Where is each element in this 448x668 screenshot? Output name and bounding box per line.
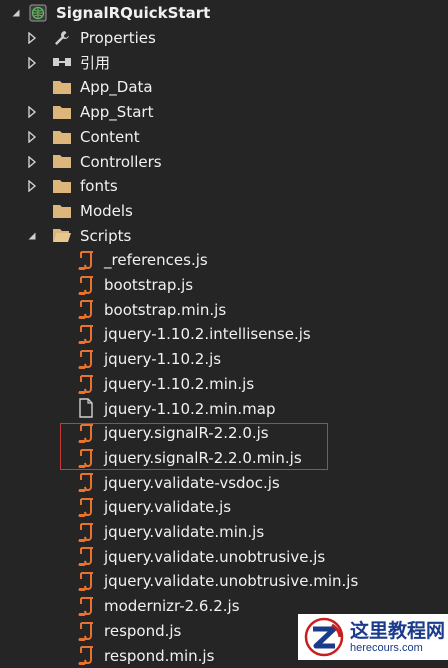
tree-item-label: jquery.validate.unobtrusive.js [104,547,326,566]
js-file-icon [76,571,96,592]
watermark-url: herecours.com [350,641,423,654]
tree-item[interactable]: SignalRQuickStart [0,1,448,26]
wrench-icon [52,28,72,48]
tree-item[interactable]: jquery.validate.unobtrusive.min.js [0,569,448,594]
tree-item-label: jquery-1.10.2.min.js [104,374,255,393]
js-file-icon [76,472,96,493]
tree-item[interactable]: fonts [0,174,448,199]
tree-item[interactable]: jquery-1.10.2.min.js [0,372,448,397]
tree-item[interactable]: jquery-1.10.2.js [0,347,448,372]
js-file-icon [76,250,96,270]
tree-item[interactable]: Scripts [0,223,448,248]
tree-item-label: Controllers [80,152,162,171]
tree-item[interactable]: jquery.validate.unobtrusive.js [0,544,448,569]
tree-item-label: Scripts [80,226,132,245]
tree-item[interactable]: jquery.validate.js [0,495,448,520]
folder-icon [52,151,72,171]
tree-item-label: Content [80,127,140,146]
tree-item-label: SignalRQuickStart [56,4,211,23]
generic-file-icon [76,398,96,418]
folder-icon [52,176,72,196]
highlight-box [60,423,328,470]
collapsed-arrow-icon[interactable] [26,51,38,75]
tree-item-label: jquery.validate.unobtrusive.min.js [104,572,359,591]
references-icon [52,52,72,72]
tree-item-label: 引用 [80,53,111,72]
js-file-icon [76,324,96,345]
collapsed-arrow-icon[interactable] [26,100,38,124]
folder-icon [52,102,72,122]
js-file-icon [76,596,96,616]
tree-item-label: Properties [80,29,156,48]
tree-item[interactable]: jquery-1.10.2.intellisense.js [0,322,448,347]
js-file-icon [76,275,96,295]
tree-item[interactable]: jquery.validate.min.js [0,520,448,545]
js-file-icon [76,299,96,320]
collapsed-arrow-icon[interactable] [26,150,38,174]
collapsed-arrow-icon[interactable] [26,174,38,198]
expanded-arrow-icon[interactable] [10,1,22,25]
tree-item[interactable]: Content [0,125,448,150]
tree-item[interactable]: Controllers [0,149,448,174]
web-project-icon [28,3,48,23]
tree-item-label: jquery-1.10.2.js [104,350,222,369]
expanded-arrow-icon[interactable] [26,224,38,248]
tree-item-label: bootstrap.min.js [104,300,227,319]
tree-item[interactable]: _references.js [0,248,448,273]
tree-item[interactable]: Models [0,199,448,224]
watermark-title: 这里教程网 [350,619,446,642]
tree-item-label: modernizr-2.6.2.js [104,597,240,616]
tree-item-label: respond.min.js [104,646,215,665]
watermark: 这里教程网 herecours.com [298,614,448,660]
tree-item[interactable]: bootstrap.min.js [0,297,448,322]
folder-icon [52,77,72,97]
js-file-icon [76,522,96,542]
js-file-icon [76,621,96,641]
tree-item-label: jquery-1.10.2.intellisense.js [104,325,311,344]
tree-item-label: _references.js [104,251,208,270]
tree-item-label: jquery.validate-vsdoc.js [104,473,280,492]
js-file-icon [76,497,96,517]
tree-item[interactable]: App_Data [0,75,448,100]
tree-item-label: jquery.validate.js [104,498,232,517]
js-file-icon [76,546,96,567]
tree-item-label: jquery-1.10.2.min.map [104,399,276,418]
tree-item-label: fonts [80,177,118,196]
js-file-icon [76,374,96,394]
tree-item-label: App_Start [80,103,154,122]
tree-item[interactable]: jquery-1.10.2.min.map [0,396,448,421]
tree-item-label: Models [80,201,133,220]
tree-item[interactable]: 引用 [0,50,448,75]
tree-item-label: jquery.validate.min.js [104,523,265,542]
tree-item[interactable]: jquery.validate-vsdoc.js [0,470,448,495]
folder-icon [52,127,72,147]
tree-item-label: App_Data [80,78,153,97]
tree-item[interactable]: bootstrap.js [0,273,448,298]
collapsed-arrow-icon[interactable] [26,125,38,149]
folder-open-icon [52,225,72,245]
js-file-icon [76,645,96,666]
tree-item[interactable]: Properties [0,26,448,51]
folder-icon [52,201,72,221]
js-file-icon [76,349,96,369]
collapsed-arrow-icon[interactable] [26,26,38,50]
tree-item-label: respond.js [104,621,182,640]
tree-item-label: bootstrap.js [104,276,194,295]
tree-item[interactable]: App_Start [0,100,448,125]
watermark-logo-icon [304,617,344,657]
